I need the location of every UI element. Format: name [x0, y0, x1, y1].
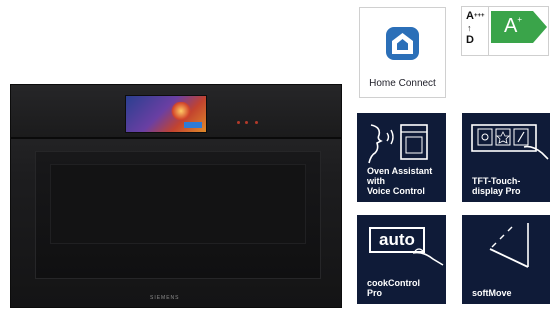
control-light: [255, 121, 258, 124]
display-image: [170, 102, 192, 120]
scale-bottom: D: [466, 34, 474, 46]
control-light: [245, 121, 248, 124]
voice-control-icon: [368, 124, 428, 164]
oven-assistant-tile: Oven Assistant with Voice Control: [357, 113, 446, 202]
energy-class: A+: [504, 15, 522, 38]
home-connect-tile: Home Connect: [359, 7, 446, 98]
arrow-icon: ↑: [467, 23, 472, 33]
tft-touch-tile: TFT-Touch- display Pro: [462, 113, 550, 202]
oven-assistant-label: Oven Assistant with Voice Control: [367, 166, 433, 196]
auto-hand-icon: [412, 248, 444, 266]
door-window: [50, 164, 306, 244]
soft-move-label: softMove: [472, 288, 512, 298]
soft-door-icon: [489, 223, 529, 268]
energy-class-letter: A: [504, 15, 518, 37]
soft-move-tile: softMove: [462, 215, 550, 304]
cook-control-tile: auto cookControl Pro: [357, 215, 446, 304]
home-connect-label: Home Connect: [369, 78, 436, 89]
energy-scale: A+++: [466, 10, 484, 22]
cook-control-label: cookControl Pro: [367, 278, 420, 298]
home-connect-icon: [386, 27, 419, 60]
touch-display-icon: [471, 124, 549, 160]
scale-top-sup: +++: [473, 13, 485, 19]
energy-label-tile: A+++ ↑ D A+: [461, 6, 549, 56]
control-panel: [11, 85, 341, 139]
display-button: [184, 122, 202, 128]
scale-top: A: [466, 10, 474, 22]
tft-display: [125, 95, 207, 133]
tft-touch-label: TFT-Touch- display Pro: [472, 176, 521, 196]
brand-logo: SIEMENS: [150, 295, 180, 301]
energy-class-sup: +: [517, 15, 523, 24]
oven-image: SIEMENS: [10, 84, 342, 308]
divider: [488, 7, 489, 55]
control-light: [237, 121, 240, 124]
oven-door: [35, 151, 321, 279]
